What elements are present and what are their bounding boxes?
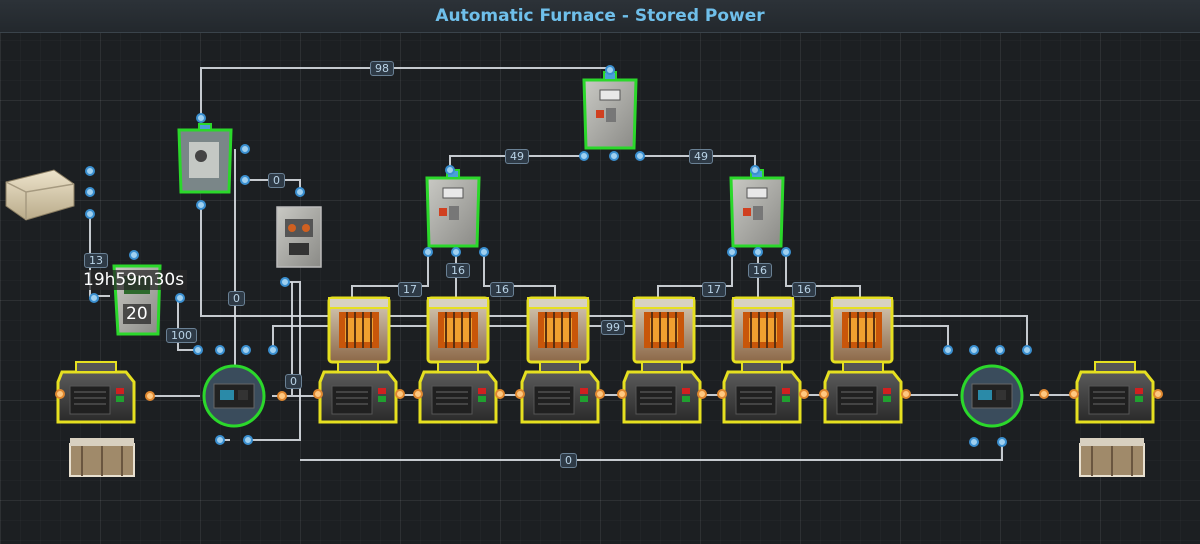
wire-label-49-right: 49 <box>689 149 713 164</box>
battery-6[interactable] <box>823 360 903 424</box>
battery-4[interactable] <box>622 360 702 424</box>
crate-left[interactable] <box>69 437 135 477</box>
battery-1[interactable] <box>318 360 398 424</box>
root-combiner-right[interactable] <box>960 364 1024 428</box>
furnace-5[interactable] <box>731 296 795 364</box>
wire-label-16-right-mid: 16 <box>748 263 772 278</box>
furnace-4[interactable] <box>632 296 696 364</box>
and-switch[interactable] <box>276 206 322 268</box>
electrical-branch[interactable] <box>177 123 233 194</box>
furnace-3[interactable] <box>526 296 590 364</box>
root-combiner-left[interactable] <box>202 364 266 428</box>
wire-label-49-left: 49 <box>505 149 529 164</box>
furnace-6[interactable] <box>830 296 894 364</box>
wire-label-100: 100 <box>166 328 197 343</box>
battery-right[interactable] <box>1075 360 1155 424</box>
large-wooden-box[interactable] <box>5 169 75 221</box>
wire-label-16-left-right: 16 <box>490 282 514 297</box>
circuit-canvas[interactable]: Automatic Furnace - Stored Power 98 49 4… <box>0 0 1200 544</box>
crate-right[interactable] <box>1079 437 1145 477</box>
splitter-top[interactable] <box>582 70 638 150</box>
wire-label-16-left-mid: 16 <box>446 263 470 278</box>
wire-label-99: 99 <box>601 320 625 335</box>
wire-label-17-left: 17 <box>398 282 422 297</box>
wire-label-0-switch: 0 <box>268 173 285 188</box>
battery-left[interactable] <box>56 360 136 424</box>
battery-3[interactable] <box>520 360 600 424</box>
furnace-1[interactable] <box>327 296 391 364</box>
splitter-left[interactable] <box>425 168 481 248</box>
wire-label-0-bottom: 0 <box>560 453 577 468</box>
timer-count: 20 <box>123 304 151 324</box>
wire-label-0-lower: 0 <box>285 374 302 389</box>
wire-label-13: 13 <box>84 253 108 268</box>
furnace-2[interactable] <box>426 296 490 364</box>
timer-display: 19h59m30s <box>80 270 188 290</box>
wire-label-0-vertical: 0 <box>228 291 245 306</box>
battery-2[interactable] <box>418 360 498 424</box>
battery-5[interactable] <box>722 360 802 424</box>
splitter-right[interactable] <box>729 168 785 248</box>
wire-label-16-right-right: 16 <box>792 282 816 297</box>
wire-label-98: 98 <box>370 61 394 76</box>
wire-label-17-right: 17 <box>702 282 726 297</box>
